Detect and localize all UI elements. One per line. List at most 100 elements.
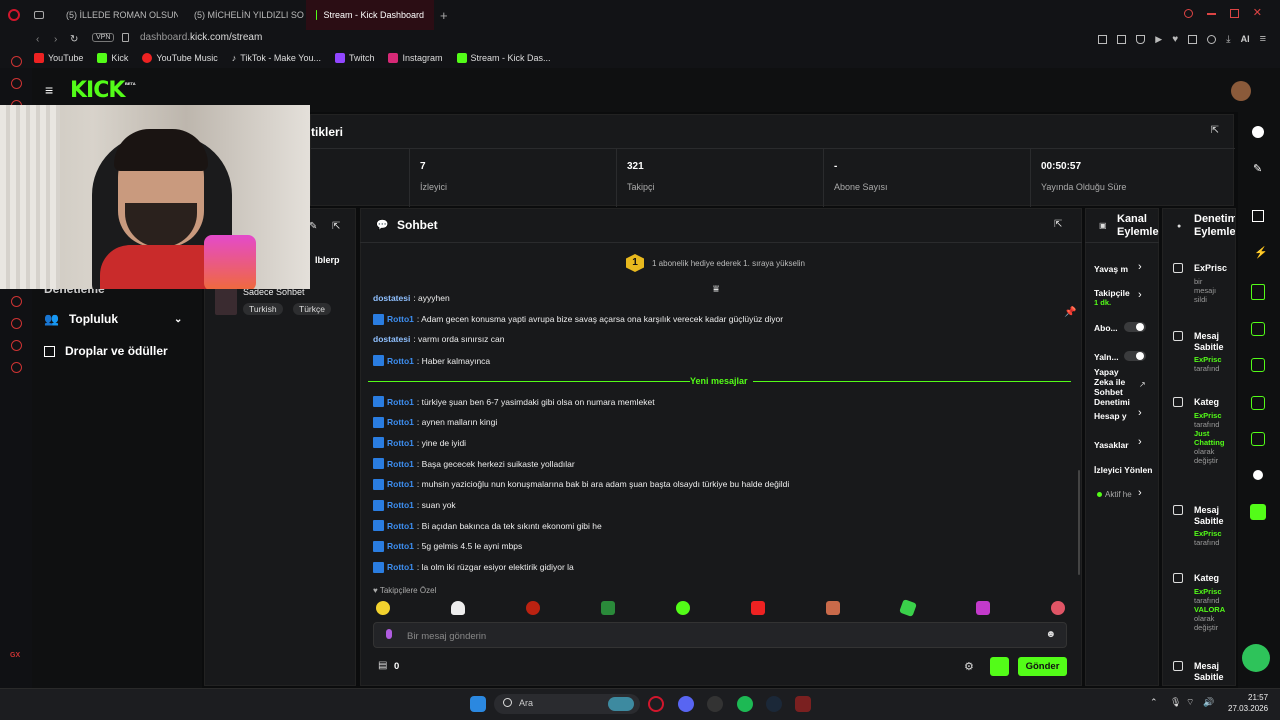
info-icon[interactable] [1252, 126, 1264, 138]
chat-username[interactable]: dostatesi [373, 293, 410, 303]
subscribers-only-toggle[interactable] [1124, 322, 1146, 332]
emote-icon[interactable] [451, 601, 465, 615]
maximize-icon[interactable] [1229, 9, 1239, 18]
back-icon[interactable]: ‹ [36, 34, 39, 45]
shield-icon[interactable] [1136, 34, 1146, 44]
new-tab-button[interactable]: + [434, 8, 448, 23]
emote-icon[interactable] [976, 601, 990, 615]
kick-emote-button[interactable] [990, 657, 1009, 676]
sidebar-flow-icon[interactable] [11, 340, 22, 351]
tab-michelin[interactable]: (5) MİCHELİN YILDIZLI SO [178, 0, 306, 30]
screenshot-icon[interactable] [1117, 34, 1127, 44]
emote-icon[interactable] [526, 601, 540, 615]
mic-tray-icon[interactable]: 🎙 [1170, 697, 1181, 708]
bookmark-kick[interactable]: Kick [97, 53, 128, 63]
nav-drops[interactable]: Droplar ve ödüller [44, 344, 168, 358]
chat-username[interactable]: Rotto1 [387, 459, 414, 469]
tab-kick-dashboard[interactable]: Stream - Kick Dashboard [306, 0, 434, 30]
avatar[interactable] [1231, 81, 1251, 101]
chat-username[interactable]: Rotto1 [387, 438, 414, 448]
wifi-icon[interactable]: ⌔ [1186, 697, 1194, 708]
cube-icon[interactable] [1188, 34, 1198, 44]
forward-icon[interactable]: › [54, 34, 57, 45]
layout-icon[interactable] [1251, 396, 1265, 410]
chat-message[interactable]: Rotto1: suan yok [373, 499, 456, 511]
external-link-icon[interactable]: ↗ [1139, 380, 1146, 389]
chat-message[interactable]: Rotto1: Bi açıdan bakınca da tek sıkıntı… [373, 520, 602, 532]
vpn-badge[interactable]: VPN [92, 33, 115, 42]
expand-icon[interactable]: ⇱ [1211, 125, 1219, 136]
viewer-redirect-item[interactable]: İzleyici Yönlen [1094, 465, 1152, 475]
pin-icon[interactable] [1098, 34, 1108, 44]
chat-message[interactable]: dostatesi: varmı orda sınırsız can [373, 334, 505, 344]
chat-username[interactable]: dostatesi [373, 334, 410, 344]
search-icon[interactable] [1183, 9, 1193, 18]
download-icon[interactable]: ⤓ [1226, 34, 1230, 45]
nodes-icon[interactable] [1253, 470, 1263, 480]
chat-message[interactable]: Rotto1: la olm iki rüzgar esiyor elektir… [373, 561, 574, 573]
pencil-icon[interactable]: ✎ [1253, 162, 1262, 175]
opera-logo-icon[interactable] [0, 0, 28, 30]
popout-icon[interactable]: ⇱ [332, 221, 340, 232]
hamburger-icon[interactable]: ≡ [45, 82, 53, 98]
start-icon[interactable] [470, 696, 486, 712]
bans-item[interactable]: Yasaklar [1094, 440, 1129, 450]
chat-username[interactable]: Rotto1 [387, 417, 414, 427]
discord-icon[interactable] [678, 696, 694, 712]
taskbar-search[interactable]: Ara [494, 694, 640, 714]
slow-mode-item[interactable]: Yavaş m [1094, 264, 1128, 274]
chat-username[interactable]: Rotto1 [387, 314, 414, 324]
nav-community[interactable]: 👥 Topluluk ⌄ [44, 312, 182, 326]
chat-username[interactable]: Rotto1 [387, 479, 414, 489]
gx-icon[interactable]: GX [10, 652, 20, 659]
chat-icon[interactable] [1251, 322, 1265, 336]
emote-icon[interactable] [601, 601, 615, 615]
bookmark-kick-dashboard[interactable]: Stream - Kick Das... [456, 53, 551, 63]
chat-popout-icon[interactable]: ⇱ [1054, 219, 1062, 230]
chat-message[interactable]: dostatesi: ayyyhen [373, 293, 450, 303]
tab-menu-icon[interactable] [28, 0, 50, 30]
volume-icon[interactable]: 🔊 [1203, 697, 1214, 708]
play-icon[interactable]: ▶ [1155, 34, 1162, 45]
tag-chip[interactable]: Türkçe [293, 303, 331, 315]
broadcast-icon[interactable] [1251, 358, 1265, 372]
sidebar-history-icon[interactable] [11, 318, 22, 329]
emote-only-toggle[interactable] [1124, 351, 1146, 361]
wrench-icon[interactable] [1251, 432, 1265, 446]
reload-icon[interactable]: ↻ [70, 34, 78, 45]
chat-input[interactable]: Bir mesaj gönderin ☻ [373, 622, 1067, 648]
steam-icon[interactable] [766, 696, 782, 712]
chat-username[interactable]: Rotto1 [387, 356, 414, 366]
gift-leaderboard-banner[interactable]: 1 abonelik hediye ederek 1. sıraya yükse… [652, 259, 805, 268]
menu-icon[interactable]: ≡ [1260, 33, 1266, 45]
chat-username[interactable]: Rotto1 [387, 521, 414, 531]
url-field[interactable]: dashboard.kick.com/stream [140, 32, 262, 43]
chat-message[interactable]: Rotto1: 5g gelmis 4.5 le ayni mbps [373, 540, 522, 552]
sidebar-bookmark-icon[interactable] [11, 296, 22, 307]
chat-scrollbar[interactable] [1078, 470, 1080, 575]
emoji-icon[interactable]: ☻ [1045, 629, 1056, 640]
kick-logo[interactable]: KICK [70, 78, 125, 103]
opera-taskbar-icon[interactable] [648, 696, 664, 712]
chat-settings-icon[interactable]: ⚙ [964, 660, 974, 673]
chat-message[interactable]: Rotto1: Başa gececek herkezi suikaste yo… [373, 458, 575, 470]
emote-icon[interactable] [1051, 601, 1065, 615]
notes-icon[interactable] [1251, 284, 1265, 300]
bookmark-youtube[interactable]: YouTube [34, 53, 83, 63]
bookmark-tiktok[interactable]: ♪ TikTok - Make You... [232, 53, 321, 63]
chat-username[interactable]: Rotto1 [387, 397, 414, 407]
points-store-icon[interactable]: ▤ [378, 660, 387, 671]
minimize-icon[interactable] [1206, 13, 1216, 15]
bookmark-twitch[interactable]: Twitch [334, 53, 374, 63]
account-icon[interactable] [1207, 34, 1217, 44]
clock-date[interactable]: 27.03.2026 [1228, 704, 1268, 713]
chat-message[interactable]: Rotto1: türkiye şuan ben 6-7 yasimdaki g… [373, 396, 655, 407]
chat-username[interactable]: Rotto1 [387, 500, 414, 510]
expand-icon[interactable] [1252, 210, 1264, 222]
chat-message[interactable]: Rotto1: aynen malların kingi [373, 416, 497, 428]
chat-message[interactable]: Rotto1: yine de iyidi [373, 437, 466, 449]
ai-moderation-item[interactable]: Yapay Zeka ile Sohbet Denetimi [1094, 367, 1138, 407]
send-button[interactable]: Gönder [1018, 657, 1067, 676]
obs-icon[interactable] [707, 696, 723, 712]
emote-icon[interactable] [751, 601, 765, 615]
